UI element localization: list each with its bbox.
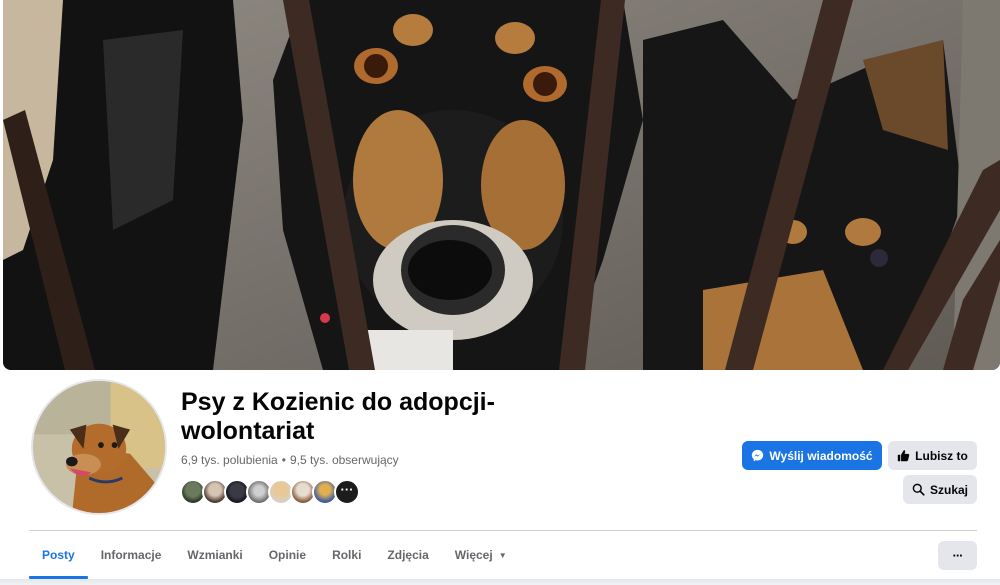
tab-label: Posty xyxy=(42,548,75,562)
tab-mentions[interactable]: Wzmianki xyxy=(174,531,255,579)
like-page-label: Lubisz to xyxy=(915,448,968,463)
page-avatar[interactable] xyxy=(31,379,167,515)
likes-count[interactable]: 6,9 tys. polubienia xyxy=(181,453,278,467)
search-icon xyxy=(912,483,925,496)
send-message-button[interactable]: Wyślij wiadomość xyxy=(742,441,882,470)
cover-image-dogs-behind-bars xyxy=(3,0,1000,370)
tab-label: Rolki xyxy=(332,548,362,562)
tab-about[interactable]: Informacje xyxy=(88,531,175,579)
tab-label: Więcej xyxy=(454,548,493,562)
search-page-button[interactable]: Szukaj xyxy=(903,475,977,504)
tab-label: Informacje xyxy=(100,548,162,562)
tab-reviews[interactable]: Opinie xyxy=(256,531,319,579)
tab-more[interactable]: Więcej ▼ xyxy=(442,531,520,579)
friends-who-like: ··· xyxy=(180,479,360,505)
page-title: Psy z Kozienic do adopcji-wolontariat xyxy=(181,388,495,445)
page-tabs: Posty Informacje Wzmianki Opinie Rolki Z… xyxy=(29,531,520,579)
tab-posts[interactable]: Posty xyxy=(29,531,88,579)
search-page-label: Szukaj xyxy=(929,482,968,497)
messenger-icon xyxy=(752,449,764,462)
more-friends-button[interactable]: ··· xyxy=(334,479,360,505)
content-edge xyxy=(0,579,1000,585)
page-header: Psy z Kozienic do adopcji-wolontariat 6,… xyxy=(0,0,1000,585)
more-options-button[interactable]: ··· xyxy=(938,541,977,570)
page-stats: 6,9 tys. polubienia • 9,5 tys. obserwujący xyxy=(181,453,399,467)
tab-label: Zdjęcia xyxy=(387,548,429,562)
tab-reels[interactable]: Rolki xyxy=(319,531,374,579)
tab-label: Opinie xyxy=(268,548,307,562)
like-page-button[interactable]: Lubisz to xyxy=(888,441,977,470)
followers-count[interactable]: 9,5 tys. obserwujący xyxy=(290,453,399,467)
tab-label: Wzmianki xyxy=(187,548,243,562)
send-message-label: Wyślij wiadomość xyxy=(769,448,873,463)
avatar-image-dog xyxy=(33,381,165,513)
stats-separator: • xyxy=(281,453,286,467)
cover-photo[interactable] xyxy=(3,0,1000,370)
caret-down-icon: ▼ xyxy=(498,550,507,560)
tab-photos[interactable]: Zdjęcia xyxy=(374,531,441,579)
thumbs-up-icon xyxy=(897,450,910,462)
